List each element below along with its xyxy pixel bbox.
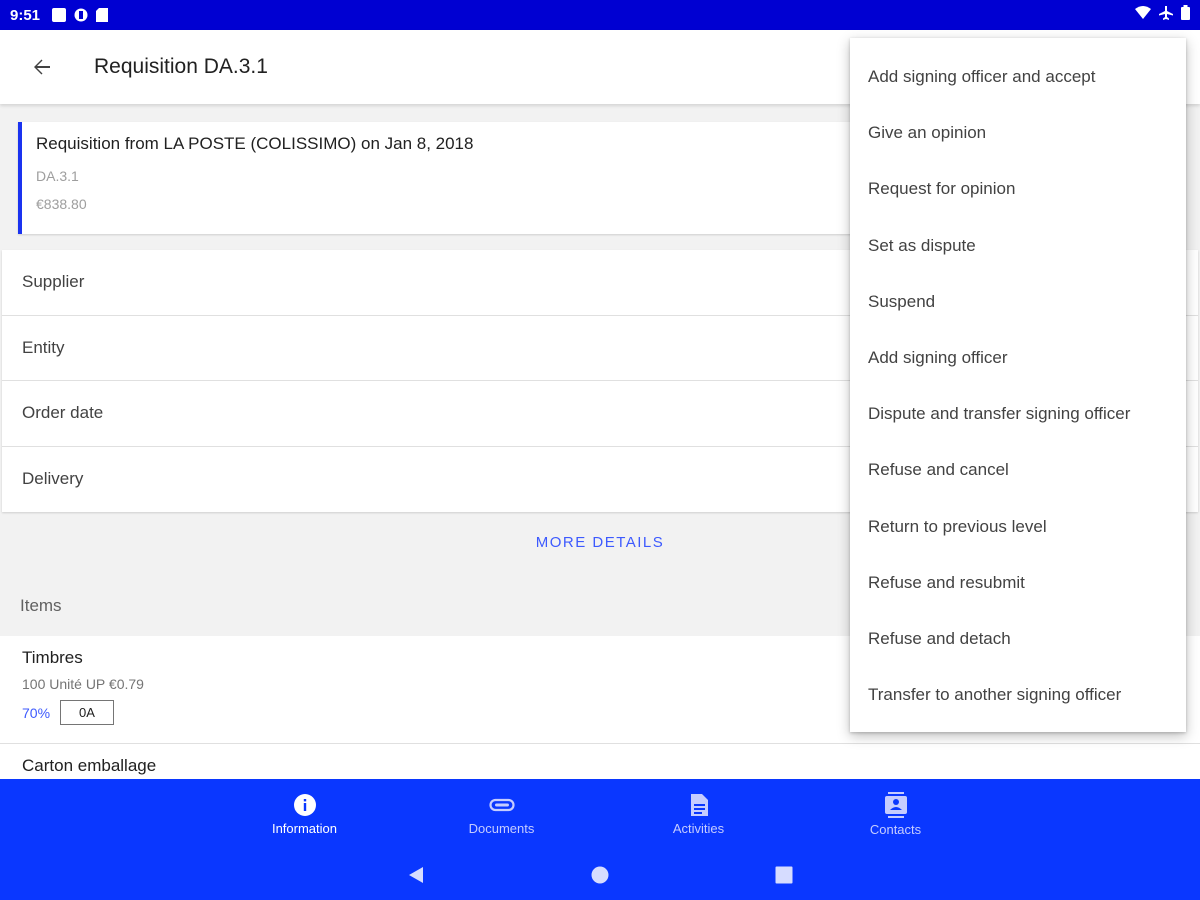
item-tag-chip: 0A (60, 700, 114, 725)
item-name: Carton emballage (22, 756, 157, 775)
triangle-back-icon (409, 866, 423, 883)
menu-item-set-as-dispute[interactable]: Set as dispute (850, 218, 1186, 274)
menu-item-give-opinion[interactable]: Give an opinion (850, 105, 1186, 161)
system-recents-button[interactable] (772, 863, 796, 887)
nav-label: Contacts (869, 821, 922, 837)
wifi-icon (1135, 6, 1151, 24)
system-back-button[interactable] (404, 863, 428, 887)
app-notification-icon (74, 8, 88, 22)
list-item[interactable]: Carton emballage (0, 744, 1200, 780)
nav-item-activities[interactable]: Activities (600, 779, 797, 849)
attachment-icon (488, 798, 515, 811)
system-navigation-bar (0, 849, 1200, 900)
menu-item-refuse-and-cancel[interactable]: Refuse and cancel (850, 442, 1186, 498)
nav-item-contacts[interactable]: Contacts (797, 779, 994, 849)
nav-label: Activities (672, 820, 725, 836)
menu-item-refuse-and-detach[interactable]: Refuse and detach (850, 611, 1186, 667)
menu-item-request-opinion[interactable]: Request for opinion (850, 161, 1186, 217)
menu-item-add-signing-officer-and-accept[interactable]: Add signing officer and accept (850, 49, 1186, 105)
nav-item-information[interactable]: Information (206, 779, 403, 849)
status-bar: 9:51 (0, 0, 1200, 30)
system-home-button[interactable] (588, 863, 612, 887)
square-recents-icon (775, 866, 793, 883)
menu-item-dispute-and-transfer[interactable]: Dispute and transfer signing officer (850, 386, 1186, 442)
overflow-menu: Add signing officer and accept Give an o… (850, 38, 1186, 732)
item-percent: 70% (22, 704, 51, 721)
nav-label: Information (271, 820, 338, 836)
field-label: Entity (22, 337, 65, 357)
items-section-label: Items (20, 596, 62, 615)
bottom-navigation: Information Documents Activities Contact… (0, 779, 1200, 849)
nav-label: Documents (468, 820, 535, 836)
arrow-back-icon (34, 59, 50, 75)
battery-icon (1181, 5, 1190, 25)
status-time: 9:51 (10, 6, 41, 24)
menu-item-transfer-signing-officer[interactable]: Transfer to another signing officer (850, 667, 1186, 723)
field-label: Delivery (22, 469, 84, 489)
menu-item-return-previous-level[interactable]: Return to previous level (850, 499, 1186, 555)
sd-card-icon (96, 8, 110, 22)
notification-icon (52, 8, 67, 22)
page-title: Requisition DA.3.1 (94, 55, 268, 78)
back-button[interactable] (18, 43, 66, 91)
info-icon (293, 793, 316, 816)
document-icon (690, 793, 708, 816)
airplane-icon (1159, 5, 1173, 25)
menu-item-add-signing-officer[interactable]: Add signing officer (850, 330, 1186, 386)
nav-item-documents[interactable]: Documents (403, 779, 600, 849)
menu-item-refuse-and-resubmit[interactable]: Refuse and resubmit (850, 555, 1186, 611)
menu-item-suspend[interactable]: Suspend (850, 274, 1186, 330)
field-label: Order date (22, 403, 104, 423)
contacts-icon (884, 791, 907, 818)
circle-home-icon (591, 866, 609, 883)
field-label: Supplier (22, 272, 85, 292)
